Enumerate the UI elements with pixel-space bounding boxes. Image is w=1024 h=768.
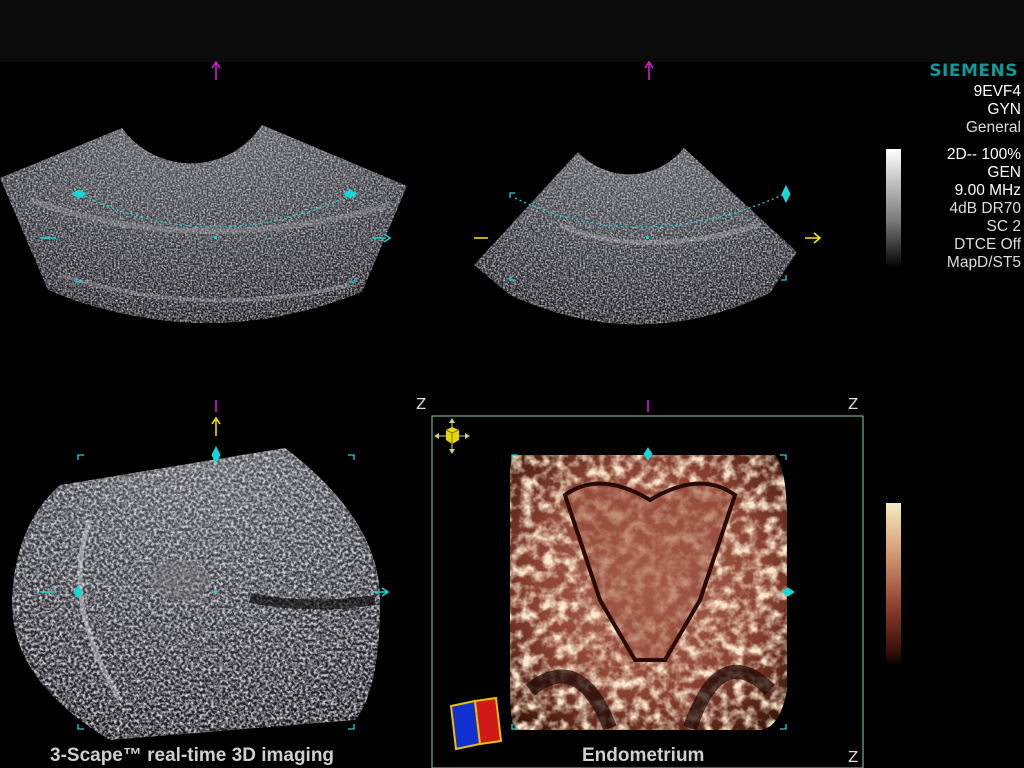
z-label-top-right: Z [848,395,859,413]
z-label-bottom-right: Z [848,748,859,766]
view-3d-render[interactable] [510,455,787,731]
ultrasound-views [0,60,864,768]
view-c-coronal[interactable] [11,448,380,740]
view-c-yellow-marker [211,416,221,436]
caption-3scape: 3-Scape™ real-time 3D imaging [50,745,335,766]
orientation-cube-icon [449,696,503,751]
view-b-transverse[interactable] [474,148,797,325]
view-a-sagittal[interactable] [0,125,407,324]
caption-endometrium: Endometrium [582,745,705,766]
z-label-top-left: Z [416,395,427,413]
cube-move-icon[interactable] [434,418,470,454]
